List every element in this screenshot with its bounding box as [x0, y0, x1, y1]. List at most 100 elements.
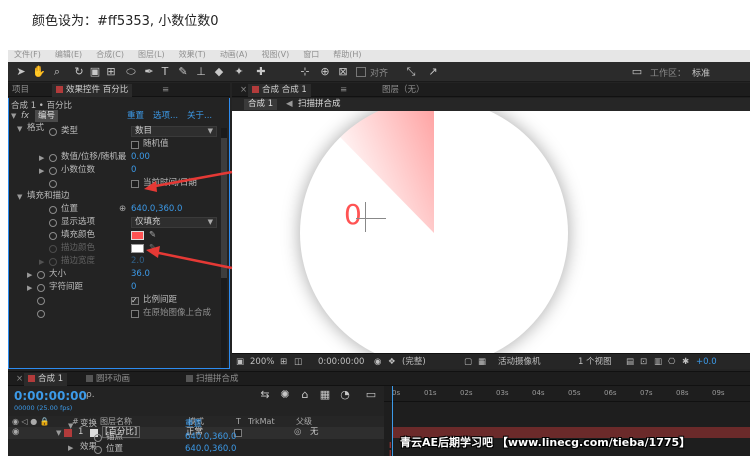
roto-brush-tool-icon[interactable]: ✦ — [232, 65, 246, 79]
size-value[interactable]: 36.0 — [131, 268, 150, 281]
transform-reset-link[interactable]: 重置 — [185, 418, 202, 431]
camera-tool-icon[interactable]: ▣ — [88, 65, 102, 79]
menu-file[interactable]: 文件(F) — [14, 50, 41, 62]
timeline-icon[interactable]: ▥ — [654, 356, 662, 368]
type-tool-icon[interactable]: T — [158, 65, 172, 79]
snap-feature-icon[interactable]: ↗ — [426, 65, 440, 79]
stopwatch-icon[interactable] — [49, 245, 57, 253]
pan-behind-tool-icon[interactable]: ⊞ — [104, 65, 118, 79]
camera-dropdown[interactable]: 活动摄像机 — [498, 356, 541, 368]
axis-world-icon[interactable]: ⊕ — [318, 65, 332, 79]
clone-stamp-tool-icon[interactable]: ⊥ — [194, 65, 208, 79]
brush-tool-icon[interactable]: ✎ — [176, 65, 190, 79]
stopwatch-icon[interactable] — [49, 219, 57, 227]
about-link[interactable]: 关于... — [187, 110, 212, 123]
menu-view[interactable]: 视图(V) — [262, 50, 290, 62]
random-checkbox[interactable] — [131, 141, 139, 149]
magnification-dropdown[interactable]: 200% — [250, 356, 274, 368]
keyframe-marker-icon[interactable]: I — [389, 450, 395, 456]
composite-checkbox[interactable] — [131, 310, 139, 318]
workspace-value[interactable]: 标准 — [692, 66, 710, 79]
fill-stroke-expand-icon[interactable]: ▼ — [17, 193, 22, 201]
tab-composition[interactable]: 合成 合成 1 — [248, 84, 311, 97]
options-link[interactable]: 选项... — [153, 110, 178, 123]
effect-name[interactable]: 编号 — [35, 110, 59, 122]
exposure-icon[interactable]: ✱ — [682, 356, 689, 368]
display-options-dropdown[interactable]: 仅填充 ▼ — [131, 217, 217, 228]
tracking-value[interactable]: 0 — [131, 281, 136, 294]
tab-timeline-loading[interactable]: 圆环动画 — [82, 373, 134, 386]
resolution-dropdown[interactable]: (完整) — [402, 356, 426, 368]
parent-dropdown[interactable]: 无 — [310, 426, 319, 439]
hand-tool-icon[interactable]: ✋ — [32, 65, 46, 79]
effect-controls-scrollbar[interactable] — [221, 128, 227, 368]
graph-editor-icon[interactable]: ▭ — [364, 388, 378, 402]
stopwatch-icon[interactable] — [94, 434, 102, 442]
layer-search-input[interactable]: ρ. — [86, 390, 95, 400]
rotate-tool-icon[interactable]: ↻ — [72, 65, 86, 79]
pen-tool-icon[interactable]: ✒ — [142, 65, 156, 79]
decimal-places-value[interactable]: 0 — [131, 164, 136, 177]
layer-expand-icon[interactable]: ▼ — [56, 429, 61, 437]
menu-effect[interactable]: 效果(T) — [179, 50, 206, 62]
monitor-icon[interactable]: ▭ — [630, 65, 644, 79]
menu-help[interactable]: 帮助(H) — [333, 50, 361, 62]
type-dropdown[interactable]: 数目 ▼ — [131, 126, 217, 137]
menu-animation[interactable]: 动画(A) — [220, 50, 248, 62]
crumb-comp1[interactable]: 合成 1 — [244, 99, 278, 110]
snap-checkbox[interactable] — [356, 67, 366, 77]
stopwatch-icon[interactable] — [49, 258, 57, 266]
fast-preview-icon[interactable]: ⊡ — [640, 356, 647, 368]
stopwatch-icon[interactable] — [37, 284, 45, 292]
axis-view-icon[interactable]: ⊠ — [336, 65, 350, 79]
frame-blending-icon[interactable]: ▦ — [318, 388, 332, 402]
puppet-pin-tool-icon[interactable]: ✚ — [254, 65, 268, 79]
roi-icon[interactable]: ▢ — [464, 356, 472, 368]
time-ruler[interactable]: 0s 01s 02s 03s 04s 05s 06s 07s 08s 09s — [384, 386, 750, 402]
motion-blur-icon[interactable]: ◔ — [338, 388, 352, 402]
value-offset-expand-icon[interactable]: ▶ — [39, 154, 44, 162]
shy-layers-icon[interactable]: ⌂ — [298, 388, 312, 402]
snapshot-icon[interactable]: ◉ — [374, 356, 381, 368]
always-preview-icon[interactable]: ▣ — [236, 356, 244, 368]
stopwatch-icon[interactable] — [49, 167, 57, 175]
tab-layer[interactable]: 图层（无） — [378, 84, 429, 97]
decimal-expand-icon[interactable]: ▶ — [39, 167, 44, 175]
stopwatch-icon[interactable] — [37, 271, 45, 279]
mask-toggle-icon[interactable]: ◫ — [294, 356, 302, 368]
menu-layer[interactable]: 图层(L) — [138, 50, 165, 62]
stopwatch-icon[interactable] — [37, 297, 45, 305]
menu-composition[interactable]: 合成(C) — [96, 50, 124, 62]
stopwatch-icon[interactable] — [37, 310, 45, 318]
scrollbar-thumb[interactable] — [221, 138, 227, 278]
size-expand-icon[interactable]: ▶ — [27, 271, 32, 279]
comp-mini-flowchart-icon[interactable]: ⇆ — [258, 388, 272, 402]
selection-tool-icon[interactable]: ➤ — [14, 65, 28, 79]
stopwatch-icon[interactable] — [49, 232, 57, 240]
stroke-color-swatch[interactable] — [131, 244, 144, 253]
tab-menu-icon[interactable]: ≡ — [336, 84, 351, 97]
ellipse-tool-icon[interactable]: ⬭ — [124, 65, 138, 79]
counter-text[interactable]: 0 — [344, 198, 362, 231]
current-time-checkbox[interactable] — [131, 180, 139, 188]
axis-local-icon[interactable]: ⊹ — [298, 65, 312, 79]
flowchart-icon[interactable]: ⎔ — [668, 356, 675, 368]
tab-effect-controls[interactable]: 效果控件 百分比 — [52, 84, 133, 97]
views-dropdown[interactable]: 1 个视图 — [578, 356, 612, 368]
grid-toggle-icon[interactable]: ⊞ — [280, 356, 287, 368]
crosshair-icon[interactable]: ⊕ — [119, 203, 126, 216]
tracking-expand-icon[interactable]: ▶ — [27, 284, 32, 292]
transparency-grid-icon[interactable]: ▦ — [478, 356, 486, 368]
timeline-timecode[interactable]: 0:00:00:00 — [14, 389, 87, 403]
value-offset-value[interactable]: 0.00 — [131, 151, 150, 164]
fill-color-swatch[interactable] — [131, 231, 144, 240]
position-value[interactable]: 640.0,360.0 — [131, 203, 182, 216]
effect-expand-icon[interactable]: ▼ — [11, 112, 16, 120]
crumb-scan[interactable]: 扫描拼合成 — [294, 99, 345, 110]
fx-icon[interactable]: fx — [21, 110, 29, 122]
tab-project[interactable]: 项目 — [8, 84, 33, 97]
format-expand-icon[interactable]: ▼ — [17, 125, 22, 133]
draft-3d-icon[interactable]: ✺ — [278, 388, 292, 402]
tab-timeline-scan[interactable]: 扫描拼合成 — [182, 373, 243, 386]
eraser-tool-icon[interactable]: ◆ — [212, 65, 226, 79]
